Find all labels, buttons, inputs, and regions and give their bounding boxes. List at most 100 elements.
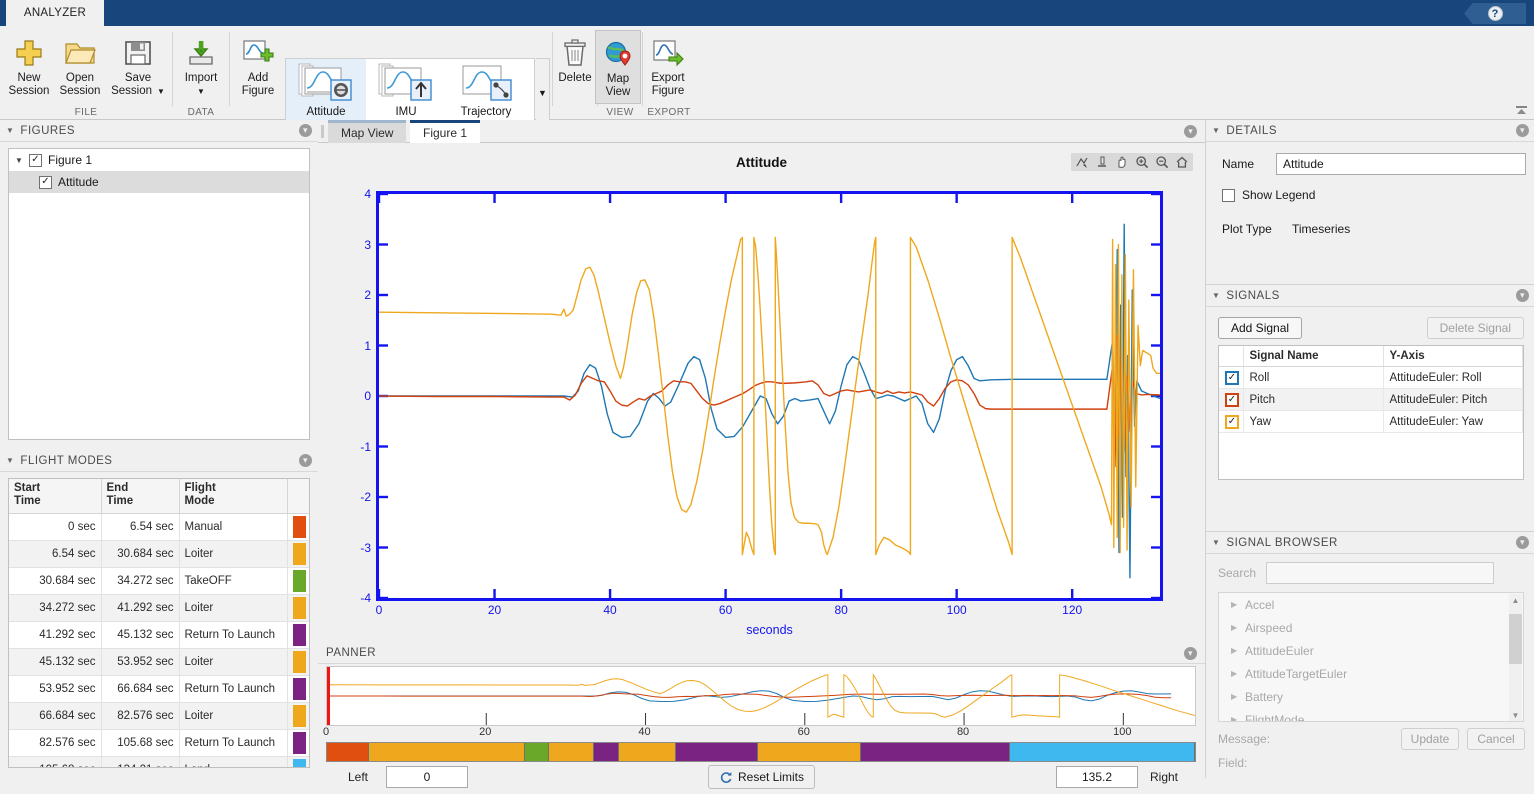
panel-menu-icon[interactable]: ▾ [1516,536,1529,549]
tab-bar-grip[interactable] [321,125,324,138]
signal-tree-node[interactable]: ▶ Accel [1219,593,1523,616]
tab-figure-1[interactable]: Figure 1 [410,120,481,143]
gallery-item-imu[interactable]: IMU [366,59,446,127]
table-row[interactable]: 0 sec 6.54 sec Manual [9,513,309,541]
figure1-checkbox[interactable]: ✓ [29,153,42,167]
attitude-checkbox[interactable]: ✓ [39,175,52,189]
cell-mode-color [287,702,309,730]
mode-ribbon-segment[interactable] [369,743,526,761]
show-legend-row[interactable]: Show Legend [1222,188,1315,202]
expand-arrow-icon[interactable]: ▶ [1231,692,1245,701]
signal-tree-node[interactable]: ▶ FlightMode [1219,708,1523,722]
collapse-arrow-icon[interactable]: ▼ [6,126,14,135]
tree-item-figure1[interactable]: ▼ ✓ Figure 1 [9,149,309,171]
save-session-button[interactable]: Save Session ▼ [104,30,172,104]
expand-arrow-icon[interactable]: ▶ [1231,623,1245,632]
reset-limits-button[interactable]: Reset Limits [708,765,816,789]
flight-mode-ribbon[interactable] [326,742,1196,762]
import-button[interactable]: Import ▼ [174,30,228,104]
gallery-item-trajectory[interactable]: Trajectory [446,59,526,127]
table-row[interactable]: ✓ Pitch AttitudeEuler: Pitch [1219,388,1523,411]
plot-axes[interactable]: -4 -3 -2 -1 0 1 2 3 4 0 20 40 60 80 100 120 [360,187,1163,617]
collapse-arrow-icon[interactable]: ▼ [1212,291,1220,300]
chevron-down-icon[interactable]: ▼ [157,85,165,98]
chevron-down-icon[interactable]: ▼ [197,85,205,98]
signal-tree-node[interactable]: ▶ Airspeed [1219,616,1523,639]
expand-arrow-icon[interactable]: ▼ [15,156,29,165]
table-row[interactable]: ✓ Yaw AttitudeEuler: Yaw [1219,410,1523,433]
export-figure-button[interactable]: Export Figure [641,30,695,104]
cell-signal-checkbox[interactable]: ✓ [1219,388,1244,411]
scroll-down-icon[interactable]: ▼ [1509,709,1522,721]
table-row[interactable]: 105.68 sec134.21 secLand [9,756,309,767]
table-row[interactable]: 82.576 sec 105.68 sec Return To Launch [9,729,309,757]
cell-signal-checkbox[interactable]: ✓ [1219,366,1244,389]
open-session-button[interactable]: Open Session [53,30,107,104]
mode-ribbon-segment[interactable] [618,743,676,761]
mode-ribbon-segment[interactable] [594,743,619,761]
delete-button[interactable]: Delete [548,30,602,104]
tab-map-view[interactable]: Map View [328,120,407,143]
signal-checkbox[interactable]: ✓ [1225,414,1239,429]
table-row[interactable]: 30.684 sec 34.272 sec TakeOFF [9,567,309,595]
signal-tree-scrollbar[interactable]: ▲ ▼ [1509,594,1522,721]
table-row[interactable]: 66.684 sec 82.576 sec Loiter [9,702,309,730]
search-input[interactable] [1266,562,1495,584]
collapse-arrow-icon[interactable]: ▼ [6,456,14,465]
left-limit-input[interactable]: 0 [386,766,468,788]
tab-analyzer[interactable]: ANALYZER [6,0,104,26]
mode-ribbon-segment[interactable] [525,743,549,761]
expand-arrow-icon[interactable]: ▶ [1231,600,1245,609]
panel-menu-icon[interactable]: ▾ [299,454,312,467]
home-icon[interactable] [1173,154,1191,170]
new-session-button[interactable]: New Session [2,30,56,104]
panel-menu-icon[interactable]: ▾ [1516,124,1529,137]
signal-tree-node[interactable]: ▶ Battery [1219,685,1523,708]
add-signal-button[interactable]: Add Signal [1218,317,1303,339]
pan-icon[interactable] [1113,154,1131,170]
table-row[interactable]: 41.292 sec 45.132 sec Return To Launch [9,621,309,649]
mode-ribbon-segment[interactable] [758,743,861,761]
zoom-out-icon[interactable] [1153,154,1171,170]
zoom-in-icon[interactable] [1133,154,1151,170]
collapse-arrow-icon[interactable]: ▼ [1212,538,1220,547]
collapse-ribbon-button[interactable] [1514,103,1528,117]
show-legend-checkbox[interactable] [1222,188,1235,202]
expand-arrow-icon[interactable]: ▶ [1231,669,1245,678]
scrollbar-thumb[interactable] [1509,614,1522,664]
figure-panel-menu-icon[interactable]: ▾ [1184,125,1197,138]
mode-ribbon-segment[interactable] [1010,743,1195,761]
signal-checkbox[interactable]: ✓ [1225,392,1239,407]
mode-ribbon-segment[interactable] [548,743,595,761]
name-input[interactable]: Attitude [1276,153,1526,175]
panel-menu-icon[interactable]: ▾ [299,124,312,137]
add-figure-button[interactable]: Add Figure [231,30,285,104]
signal-checkbox[interactable]: ✓ [1225,370,1239,385]
mode-ribbon-segment[interactable] [861,743,1011,761]
signal-tree[interactable]: ▶ Accel ▶ Airspeed ▶ AttitudeEuler ▶ AttitudeTa… [1218,592,1524,722]
expand-arrow-icon[interactable]: ▶ [1231,646,1245,655]
expand-arrow-icon[interactable]: ▶ [1231,715,1245,721]
panner-menu-icon[interactable]: ▾ [1184,646,1197,660]
table-row[interactable]: 45.132 sec 53.952 sec Loiter [9,648,309,676]
mode-ribbon-segment[interactable] [675,743,759,761]
signal-tree-node[interactable]: ▶ AttitudeEuler [1219,639,1523,662]
table-row[interactable]: 53.952 sec 66.684 sec Return To Launch [9,675,309,703]
tree-item-attitude[interactable]: ✓ Attitude [9,171,309,193]
table-row[interactable]: 6.54 sec 30.684 sec Loiter [9,540,309,568]
data-cursor-icon[interactable] [1073,154,1091,170]
right-limit-input[interactable]: 135.2 [1056,766,1138,788]
help-button[interactable]: ? [1464,3,1526,24]
panel-menu-icon[interactable]: ▾ [1516,289,1529,302]
collapse-arrow-icon[interactable]: ▼ [1212,126,1220,135]
scroll-up-icon[interactable]: ▲ [1509,594,1522,607]
map-view-button[interactable]: Map View [595,30,641,104]
panner-plot[interactable] [326,666,1196,726]
table-row[interactable]: ✓ Roll AttitudeEuler: Roll [1219,366,1523,389]
table-row[interactable]: 34.272 sec 41.292 sec Loiter [9,594,309,622]
gallery-item-attitude[interactable]: Attitude [286,59,366,127]
signal-tree-node[interactable]: ▶ AttitudeTargetEuler [1219,662,1523,685]
mode-ribbon-segment[interactable] [327,743,370,761]
cell-signal-checkbox[interactable]: ✓ [1219,410,1244,433]
brush-icon[interactable] [1093,154,1111,170]
